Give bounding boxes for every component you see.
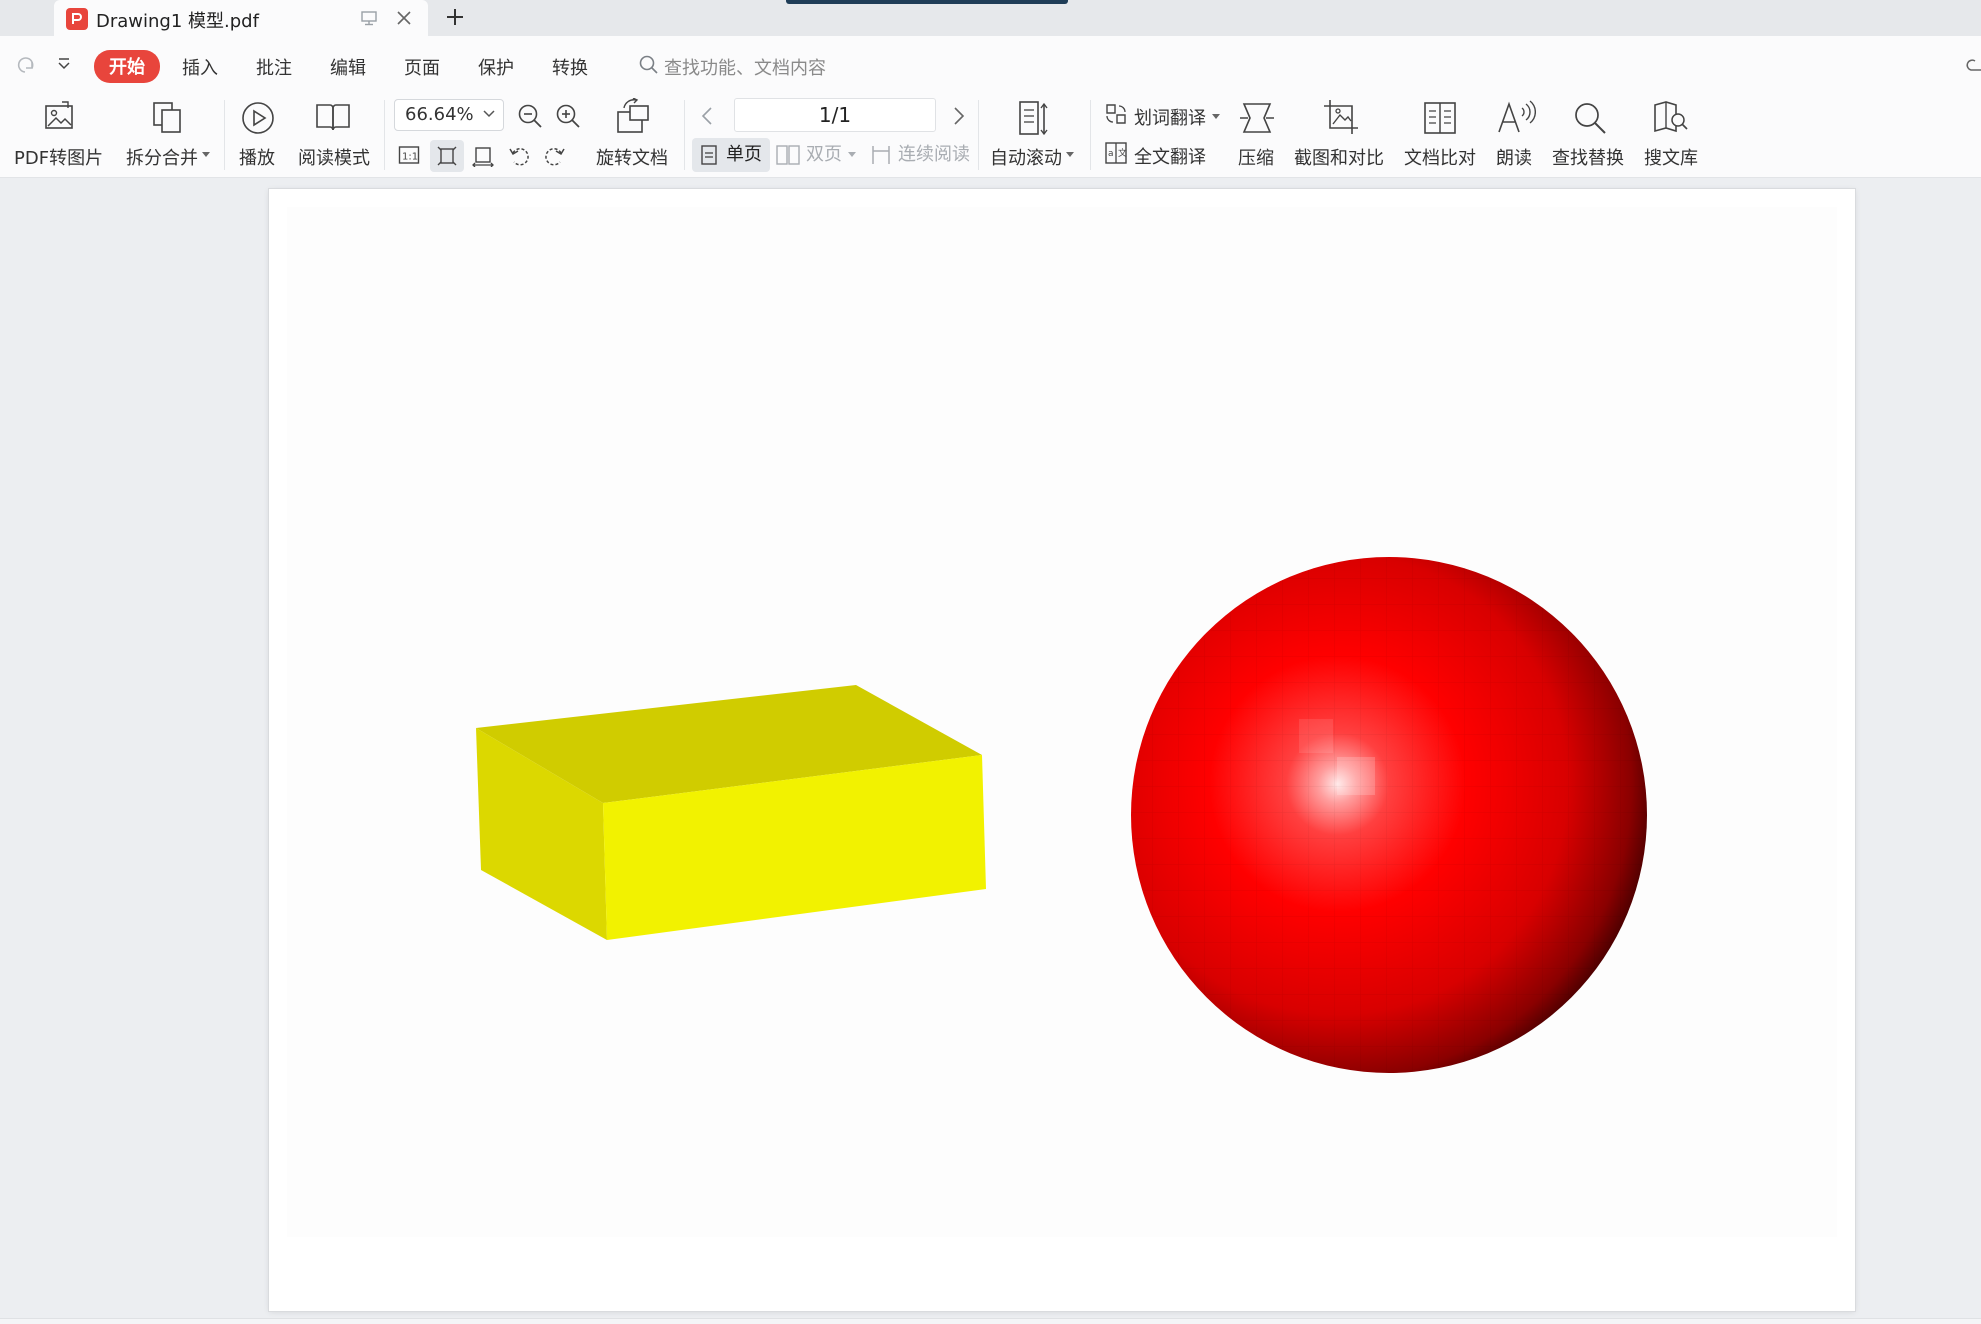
rotate-right-icon[interactable] bbox=[544, 145, 566, 167]
single-page-label: 单页 bbox=[726, 144, 762, 165]
play-icon bbox=[242, 102, 274, 134]
fit-page-button[interactable] bbox=[430, 140, 464, 172]
full-translate-icon: a 文 bbox=[1105, 142, 1127, 164]
translate-icon bbox=[1106, 104, 1126, 124]
svg-text:1:1: 1:1 bbox=[402, 152, 418, 163]
split-merge-label: 拆分合并 bbox=[126, 148, 198, 169]
menu-edit[interactable]: 编辑 bbox=[330, 54, 366, 80]
zoom-out-icon[interactable] bbox=[516, 102, 544, 130]
auto-scroll-icon bbox=[1019, 101, 1048, 136]
caret-down-icon bbox=[1066, 152, 1074, 157]
compress-icon bbox=[1240, 103, 1274, 133]
split-merge-icon bbox=[153, 102, 181, 133]
ribbon-separator bbox=[224, 100, 225, 170]
compress-label: 压缩 bbox=[1238, 148, 1274, 169]
tab-bar: Drawing1 模型.pdf bbox=[0, 0, 1981, 36]
search-library-label: 搜文库 bbox=[1644, 148, 1698, 169]
actual-size-icon[interactable]: 1:1 bbox=[398, 144, 420, 166]
continuous-read-button[interactable]: 连续阅读 bbox=[868, 138, 976, 172]
read-mode-label: 阅读模式 bbox=[298, 148, 370, 169]
single-page-icon bbox=[701, 145, 717, 165]
full-translate-label: 全文翻译 bbox=[1134, 147, 1206, 168]
menu-annotate[interactable]: 批注 bbox=[256, 54, 292, 80]
double-page-icon bbox=[776, 145, 800, 165]
next-page-icon[interactable] bbox=[952, 106, 966, 126]
zoom-select[interactable]: 66.64% bbox=[394, 99, 504, 131]
ribbon-separator bbox=[384, 100, 385, 170]
status-bar bbox=[0, 1318, 1981, 1324]
screenshot-compare-label: 截图和对比 bbox=[1294, 148, 1384, 169]
auto-scroll-label: 自动滚动 bbox=[990, 148, 1062, 169]
continuous-read-icon bbox=[872, 146, 890, 164]
caret-down-icon bbox=[202, 152, 210, 157]
double-page-button[interactable]: 双页 bbox=[774, 138, 860, 172]
window-title-indicator bbox=[786, 0, 1068, 4]
svg-text:a: a bbox=[1108, 149, 1114, 159]
word-translate-label: 划词翻译 bbox=[1134, 108, 1206, 129]
find-replace-label: 查找替换 bbox=[1552, 148, 1624, 169]
zoom-in-icon[interactable] bbox=[554, 102, 582, 130]
single-page-button[interactable]: 单页 bbox=[692, 138, 770, 172]
ribbon-toolbar: PDF转图片 拆分合并 播放 阅读模式 66.64% 1:1 旋转文档 1/1 … bbox=[0, 94, 1981, 178]
continuous-read-label: 连续阅读 bbox=[898, 144, 970, 165]
read-aloud-label: 朗读 bbox=[1496, 148, 1532, 169]
document-tab[interactable]: Drawing1 模型.pdf bbox=[54, 0, 428, 36]
ribbon-separator bbox=[978, 100, 979, 170]
menu-bar: 开始 插入 批注 编辑 页面 保护 转换 查找功能、文档内容 bbox=[0, 36, 1981, 94]
monitor-icon[interactable] bbox=[360, 9, 378, 27]
ribbon-separator bbox=[684, 100, 685, 170]
menu-protect[interactable]: 保护 bbox=[478, 54, 514, 80]
full-translate-button[interactable]: a 文 全文翻译 bbox=[1102, 136, 1222, 170]
document-viewport[interactable] bbox=[0, 179, 1981, 1324]
ribbon-separator bbox=[1090, 100, 1091, 170]
cloud-icon[interactable] bbox=[1962, 56, 1981, 74]
play-label: 播放 bbox=[239, 148, 275, 169]
menu-convert[interactable]: 转换 bbox=[552, 54, 588, 80]
zoom-value: 66.64% bbox=[405, 104, 474, 125]
red-sphere bbox=[1131, 557, 1647, 1073]
search-input[interactable]: 查找功能、文档内容 bbox=[664, 54, 826, 80]
menu-insert[interactable]: 插入 bbox=[182, 54, 218, 80]
rotate-document-label: 旋转文档 bbox=[596, 148, 668, 169]
yellow-box bbox=[476, 685, 986, 940]
read-aloud-icon bbox=[1498, 100, 1536, 133]
library-search-icon bbox=[1654, 101, 1688, 133]
close-icon[interactable] bbox=[394, 8, 414, 28]
menu-page[interactable]: 页面 bbox=[404, 54, 440, 80]
new-tab-icon[interactable] bbox=[444, 6, 466, 28]
double-page-label: 双页 bbox=[806, 144, 842, 165]
book-icon bbox=[316, 104, 350, 131]
pdf-icon bbox=[66, 8, 88, 30]
pdf-page[interactable] bbox=[269, 189, 1855, 1311]
document-compare-icon bbox=[1424, 102, 1456, 134]
chevron-down-icon bbox=[483, 110, 495, 118]
redo-icon[interactable] bbox=[16, 56, 36, 74]
svg-text:文: 文 bbox=[1118, 147, 1127, 159]
screenshot-icon bbox=[1324, 100, 1358, 134]
caret-down-icon bbox=[1212, 114, 1220, 119]
previous-page-icon[interactable] bbox=[700, 106, 714, 126]
search-icon[interactable] bbox=[638, 54, 660, 76]
quick-access-dropdown-icon[interactable] bbox=[56, 56, 72, 72]
rotate-document-icon bbox=[617, 98, 649, 133]
word-translate-button[interactable]: 划词翻译 bbox=[1102, 98, 1222, 132]
fit-width-icon[interactable] bbox=[472, 145, 494, 167]
document-compare-label: 文档比对 bbox=[1404, 148, 1476, 169]
image-export-icon bbox=[45, 101, 73, 129]
rotate-left-icon[interactable] bbox=[508, 145, 530, 167]
magnifier-icon bbox=[1575, 103, 1606, 134]
page-number-input[interactable]: 1/1 bbox=[734, 98, 936, 132]
model-drawing bbox=[476, 557, 1647, 1073]
pdf-to-image-label: PDF转图片 bbox=[14, 148, 104, 169]
caret-down-icon bbox=[848, 152, 856, 157]
tab-title: Drawing1 模型.pdf bbox=[96, 11, 259, 32]
menu-home[interactable]: 开始 bbox=[94, 50, 160, 83]
fit-page-icon bbox=[437, 146, 457, 166]
